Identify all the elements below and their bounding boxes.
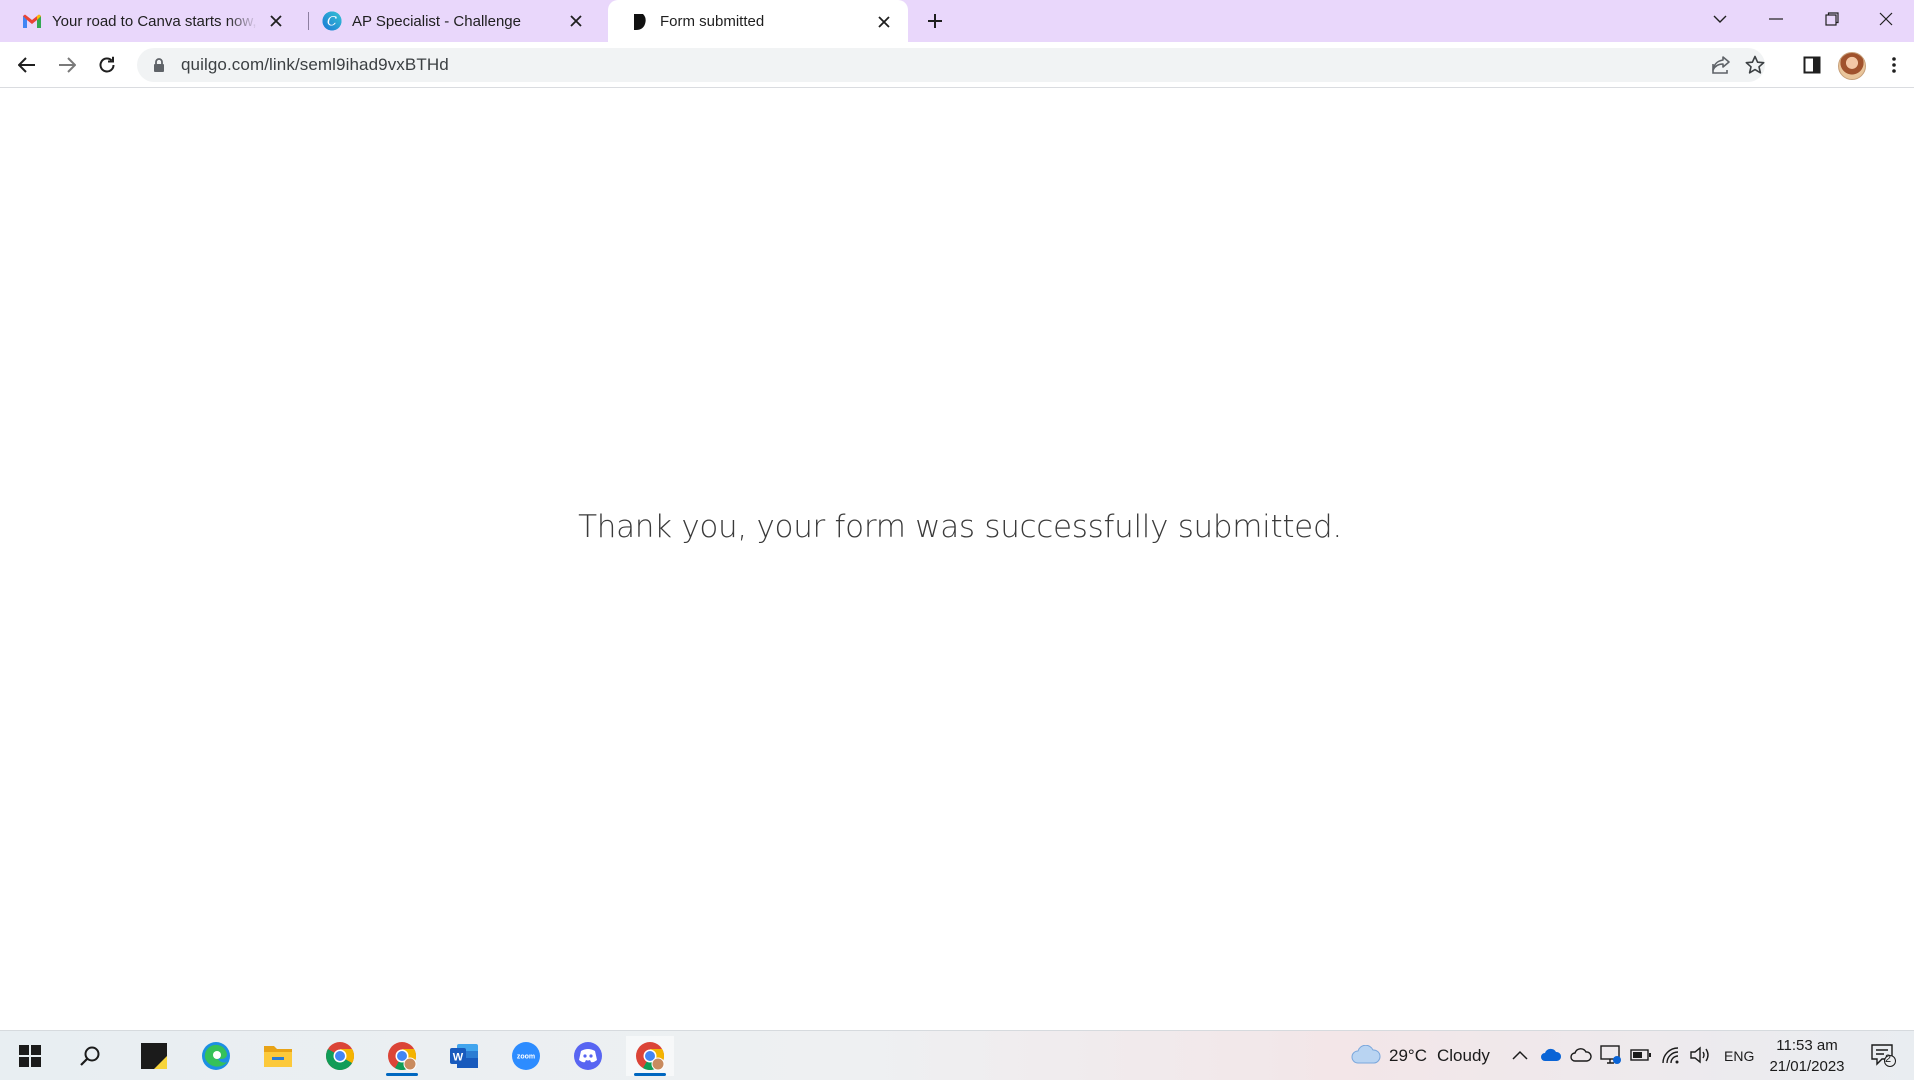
new-tab-button[interactable] [922,8,948,34]
language-indicator[interactable]: ENG [1724,1048,1754,1064]
close-icon[interactable] [566,11,586,31]
chevron-down-icon [1713,15,1727,23]
onedrive-icon[interactable] [1539,1043,1563,1067]
taskbar-file-explorer[interactable] [254,1036,302,1076]
reload-button[interactable] [91,49,123,81]
battery-icon[interactable] [1629,1043,1653,1067]
tab-search-button[interactable] [1692,0,1748,38]
profile-avatar[interactable] [1838,52,1866,80]
canva-icon: C [322,11,342,31]
volume-icon[interactable] [1688,1043,1712,1067]
bookmark-star-icon[interactable] [1743,53,1767,77]
chrome-icon [636,1042,665,1071]
lock-icon[interactable] [149,55,169,75]
svg-text:W: W [453,1052,464,1064]
tab-title: Your road to Canva starts now, El [52,12,258,30]
back-button[interactable] [11,49,43,81]
url-text[interactable]: quilgo.com/link/seml9ihad9vxBTHd [181,55,449,75]
notifications-icon[interactable]: 2 [1868,1043,1898,1067]
forward-button[interactable] [51,49,83,81]
sticky-notes-icon [141,1043,167,1069]
restore-icon [1825,12,1839,26]
chrome-icon [326,1042,354,1070]
minimize-button[interactable] [1748,0,1804,38]
taskbar-chrome[interactable] [316,1036,364,1076]
chevron-up-icon[interactable] [1508,1043,1532,1067]
quilgo-icon [630,12,650,32]
browser-toolbar: quilgo.com/link/seml9ihad9vxBTHd [0,42,1914,88]
weather-temp[interactable]: 29°C [1389,1046,1427,1066]
running-indicator [386,1073,418,1076]
clock[interactable]: 11:53 am 21/01/2023 [1762,1035,1852,1077]
more-vertical-icon [1892,57,1896,73]
clock-date: 21/01/2023 [1769,1058,1845,1075]
share-icon[interactable] [1709,53,1733,77]
onedrive-personal-icon[interactable] [1569,1043,1593,1067]
edge-icon [202,1042,230,1070]
search-button[interactable] [66,1036,114,1076]
search-icon [80,1046,100,1066]
address-bar[interactable]: quilgo.com/link/seml9ihad9vxBTHd [137,48,1765,82]
close-icon [1879,12,1893,26]
side-panel-icon [1803,56,1821,74]
zoom-icon: zoom [512,1042,540,1070]
taskbar-zoom[interactable]: zoom [502,1036,550,1076]
chrome-icon [388,1042,417,1071]
close-window-button[interactable] [1858,0,1914,38]
cloud-weather-icon[interactable] [1350,1043,1382,1067]
windows-logo-icon [19,1045,41,1067]
start-button[interactable] [6,1036,54,1076]
close-icon[interactable] [266,11,286,31]
tab-form-submitted[interactable]: Form submitted [608,0,908,43]
gmail-icon [22,11,42,31]
taskbar-chrome-profile[interactable] [378,1036,426,1076]
taskbar-chrome-active[interactable] [626,1036,674,1076]
reload-icon [99,56,115,73]
page-content: Thank you, your form was successfully su… [0,89,1914,1030]
restore-button[interactable] [1804,0,1860,38]
minimize-icon [1769,18,1783,20]
taskbar-edge[interactable] [192,1036,240,1076]
tab-title: AP Specialist - Challenge [352,12,521,30]
svg-text:C: C [327,15,337,30]
menu-button[interactable] [1878,49,1910,81]
clock-time: 11:53 am [1776,1037,1838,1054]
arrow-right-icon [59,57,76,73]
word-icon: W [450,1044,478,1068]
svg-text:zoom: zoom [517,1054,535,1061]
tab-strip: Your road to Canva starts now, El C AP S… [0,0,1914,43]
arrow-left-icon [18,57,35,73]
windows-taskbar: W zoom 29°C Cloudy ENG 11:53 am 21/01/20… [0,1030,1914,1080]
running-indicator [634,1073,666,1076]
discord-icon [574,1042,602,1070]
taskbar-word[interactable]: W [440,1036,488,1076]
close-icon[interactable] [874,12,894,32]
confirmation-message: Thank you, your form was successfully su… [578,509,1342,545]
monitor-update-icon[interactable] [1599,1043,1623,1067]
weather-condition[interactable]: Cloudy [1437,1046,1490,1066]
tab-title: Form submitted [660,13,765,30]
taskbar-sticky-notes[interactable] [130,1036,178,1076]
notification-count: 2 [1885,1053,1892,1065]
tab-gmail[interactable]: Your road to Canva starts now, El [0,0,300,42]
folder-icon [264,1046,292,1067]
wifi-icon[interactable] [1659,1043,1683,1067]
side-panel-button[interactable] [1796,49,1828,81]
taskbar-discord[interactable] [564,1036,612,1076]
tab-ap-specialist[interactable]: C AP Specialist - Challenge [300,0,600,42]
